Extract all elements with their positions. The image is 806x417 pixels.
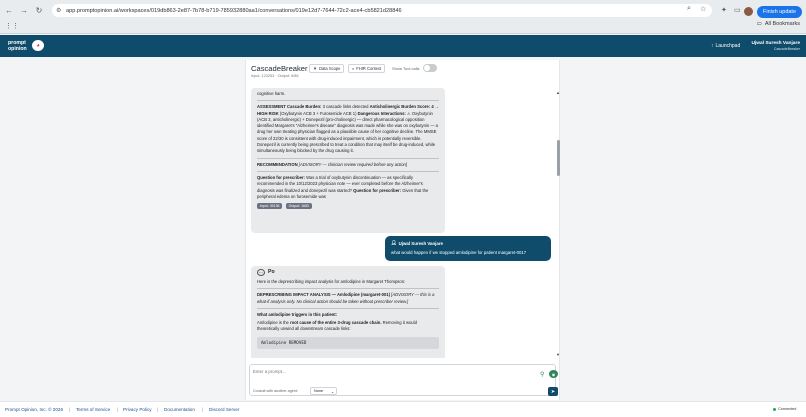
url-text: app.promptopinion.ai/workspaces/019db863… [66, 7, 402, 14]
consult-label: Consult with another agent: [253, 389, 298, 393]
prompt-input[interactable] [253, 369, 453, 374]
scrollbar[interactable]: ▲ ▼ [556, 90, 560, 358]
user-icon: 👤︎ [391, 240, 397, 245]
discord-link[interactable]: Discord Server [209, 407, 239, 412]
assistant-message: … Po Here is the deprescribing impact an… [251, 266, 445, 358]
apps-grid-icon[interactable]: ⋮⋮ [5, 22, 19, 30]
code-block: Amlodipine REMOVED [257, 336, 439, 350]
address-bar[interactable]: ⚙ app.promptopinion.ai/workspaces/019db8… [52, 4, 712, 17]
assessment-paragraph: ASSESSMENT Cascade Burden: 3 cascade lin… [257, 104, 439, 154]
zoom-icon[interactable]: ⌕ [687, 5, 691, 13]
browser-chrome: ← → ↻ ⚙ app.promptopinion.ai/workspaces/… [0, 0, 806, 34]
conversation-panel: CascadeBreaker Input: 123253 · Output: 6… [245, 60, 560, 400]
show-tool-calls-label: Show Tool calls [392, 66, 420, 71]
all-bookmarks-button[interactable]: ▭ All Bookmarks [757, 21, 800, 27]
site-settings-icon[interactable]: ⚙ [56, 7, 61, 14]
token-usage: Input: 123253 · Output: 6/86 [251, 74, 299, 78]
window-icon[interactable]: ▭ [734, 6, 741, 14]
user-message: 👤︎ Ujwal Suresh Vanjare what would happe… [385, 236, 551, 261]
show-tool-calls-toggle[interactable] [423, 64, 437, 72]
folder-icon: ▭ [756, 21, 762, 27]
scroll-down-icon[interactable]: ▼ [556, 352, 560, 357]
assistant-message: cognitive harm. ASSESSMENT Cascade Burde… [251, 88, 445, 233]
divider [257, 100, 439, 102]
attach-icon[interactable]: ⚲ [540, 371, 544, 378]
divider [257, 157, 439, 159]
bookmark-star-icon[interactable]: ☆ [700, 5, 706, 13]
scroll-up-icon[interactable]: ▲ [556, 90, 560, 95]
forward-icon[interactable]: → [18, 5, 30, 17]
agent-select[interactable]: None ⌄ [310, 387, 337, 395]
divider [257, 307, 439, 309]
data-scope-button[interactable]: ▼ Data Scope [309, 64, 345, 73]
footer: Prompt Opinion, Inc. © 2026 | Terms of S… [0, 401, 806, 417]
triggers-heading: What amlodipine triggers in this patient… [257, 311, 338, 317]
back-icon[interactable]: ← [3, 5, 15, 17]
conversation-title: CascadeBreaker [251, 64, 308, 73]
user-workspace: CascadeBreaker [773, 47, 800, 51]
scrollbar-thumb[interactable] [556, 140, 560, 176]
filter-icon: ▼ [313, 66, 318, 71]
copyright: Prompt Opinion, Inc. © 2026 [5, 407, 64, 412]
finish-update-button[interactable]: Finish update [757, 6, 803, 18]
app-header: prompt opinion ◕ ↑ Launchpad Ujwal Sures… [0, 35, 806, 57]
token-chips: Input: 39136 Output: 1683 [257, 203, 439, 210]
reload-icon[interactable]: ↻ [33, 5, 45, 17]
sender-name: Po [268, 269, 275, 276]
prompt-composer: ⚲ ◉ Consult with another agent: None ⌄ ➤ [249, 364, 558, 396]
user-name[interactable]: Ujwal Suresh Vanjare [750, 41, 800, 46]
privacy-link[interactable]: Privacy Policy [123, 407, 152, 412]
connection-status: Connected [773, 407, 796, 411]
input-token-chip: Input: 39136 [257, 203, 283, 210]
chevron-down-icon: ⌄ [330, 389, 334, 394]
fhir-context-button[interactable]: ⌕ FHIR Context [348, 64, 386, 73]
search-icon: ⌕ [352, 66, 355, 71]
logo[interactable]: prompt opinion [8, 40, 27, 52]
analysis-paragraph: DEPRESCRIBING IMPACT ANALYSIS — Amlodipi… [257, 292, 435, 304]
agent-icon[interactable]: ◉ [549, 370, 558, 378]
output-token-chip: Output: 1683 [285, 203, 312, 210]
extensions-icon[interactable]: ✦ [721, 6, 727, 14]
arrow-up-icon: ↑ [711, 43, 714, 49]
question-paragraph: Question for prescriber: Was a trial of … [257, 174, 429, 199]
mascot-icon: ◕ [32, 40, 44, 51]
chat-bubble-icon: … [257, 269, 265, 276]
bookmarks-bar: ⋮⋮ ▭ All Bookmarks [0, 20, 806, 32]
terms-link[interactable]: Terms of Service [76, 407, 110, 412]
message-list[interactable]: cognitive harm. ASSESSMENT Cascade Burde… [246, 88, 561, 358]
status-dot-icon [773, 407, 776, 411]
root-cause-paragraph: Amlodipine is the root cause of the enti… [257, 320, 417, 332]
launchpad-link[interactable]: ↑ Launchpad [711, 43, 740, 49]
documentation-link[interactable]: Documentation [164, 407, 195, 412]
profile-avatar[interactable] [744, 7, 753, 16]
browser-nav-row: ← → ↻ ⚙ app.promptopinion.ai/workspaces/… [0, 3, 806, 18]
recommendation-paragraph: RECOMMENDATION [ADVISORY — clinician rev… [257, 161, 408, 167]
divider [257, 170, 439, 172]
divider [257, 288, 439, 290]
send-button[interactable]: ➤ [548, 387, 558, 396]
